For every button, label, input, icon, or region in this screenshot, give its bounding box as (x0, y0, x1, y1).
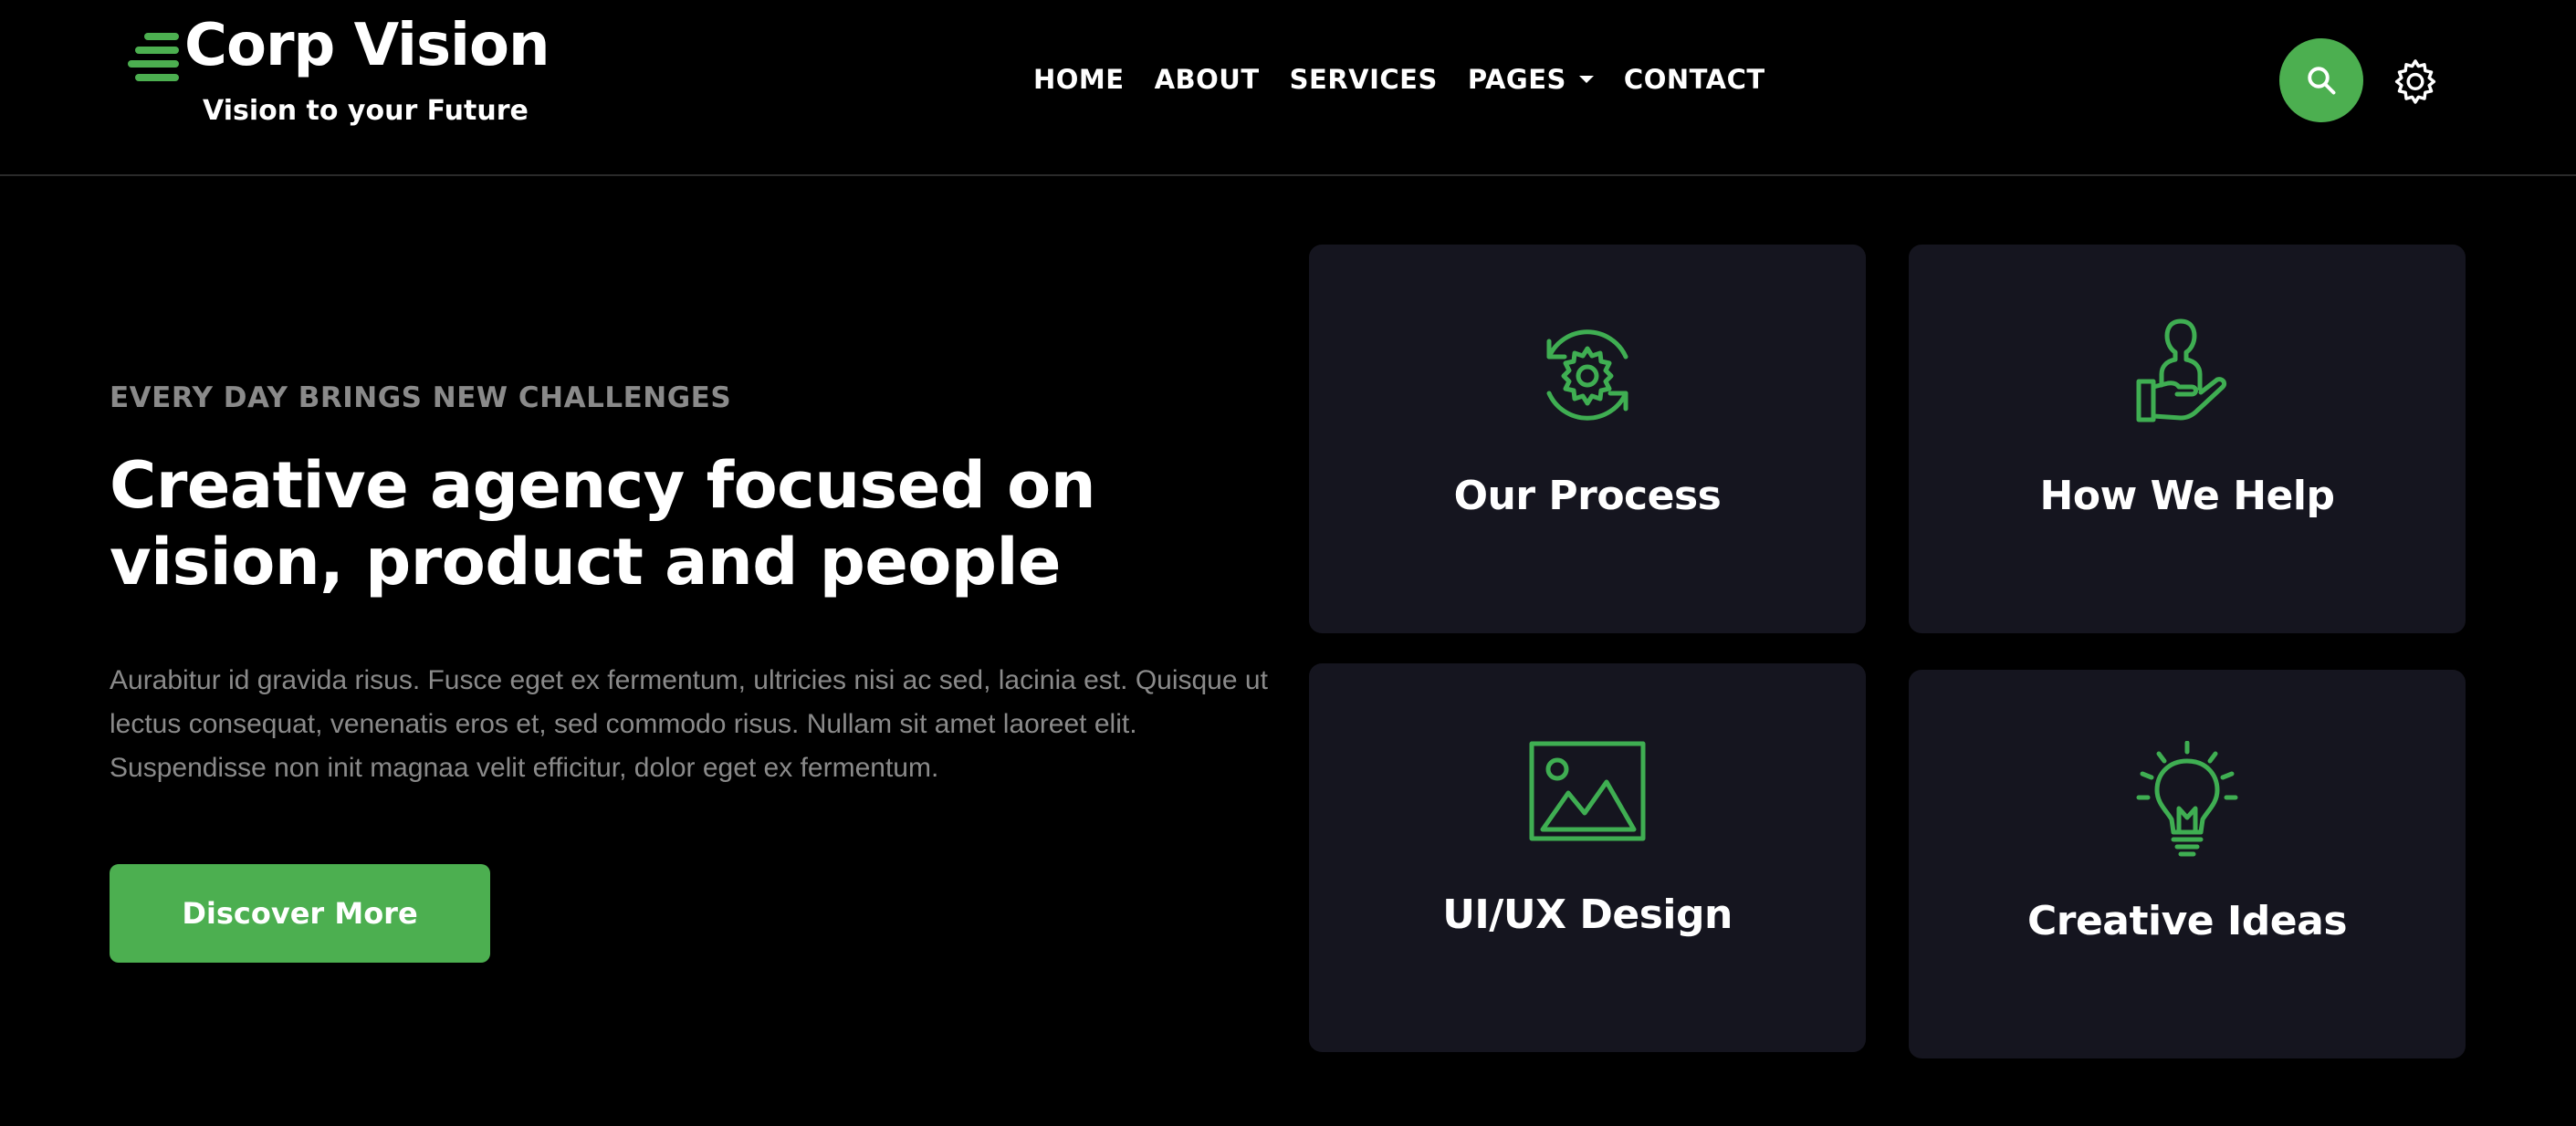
main-nav: HOME ABOUT SERVICES PAGES CONTACT (1033, 58, 1765, 100)
feature-card-how-we-help[interactable]: How We Help (1909, 245, 2466, 633)
search-button[interactable] (2279, 38, 2363, 122)
logo[interactable]: Corp Vision Vision to your Future (128, 9, 550, 128)
chevron-down-icon (1578, 76, 1594, 83)
feature-card-title: Our Process (1453, 473, 1722, 519)
feature-card-ui-ux-design[interactable]: UI/UX Design (1309, 663, 1866, 1052)
site-header: Corp Vision Vision to your Future HOME A… (0, 0, 2576, 176)
page: Corp Vision Vision to your Future HOME A… (0, 0, 2576, 1126)
nav-item-about[interactable]: ABOUT (1155, 64, 1260, 95)
logo-tagline: Vision to your Future (203, 95, 529, 127)
feature-card-title: UI/UX Design (1442, 891, 1733, 938)
search-icon (2308, 67, 2336, 95)
settings-button[interactable] (2392, 57, 2439, 105)
nav-item-pages-label: PAGES (1467, 64, 1566, 95)
hand-person-icon (2136, 318, 2227, 422)
nav-item-pages[interactable]: PAGES (1468, 64, 1594, 95)
hero-description: Aurabitur id gravida risus. Fusce eget e… (110, 665, 1268, 783)
speed-lines-icon (128, 22, 179, 81)
gear-icon (2394, 59, 2436, 104)
feature-card-title: Creative Ideas (2026, 898, 2348, 944)
hero-headline: Creative agency focused on vision, produ… (110, 448, 1096, 599)
feature-card-title: How We Help (2039, 473, 2335, 519)
feature-card-our-process[interactable]: Our Process (1309, 245, 1866, 633)
feature-card-creative-ideas[interactable]: Creative Ideas (1909, 670, 2466, 1058)
discover-more-button[interactable]: Discover More (110, 864, 490, 963)
logo-title: Corp Vision (184, 12, 550, 79)
hero-eyebrow: EVERY DAY BRINGS NEW CHALLENGES (110, 381, 732, 414)
nav-item-contact[interactable]: CONTACT (1624, 64, 1765, 95)
nav-item-services[interactable]: SERVICES (1290, 64, 1438, 95)
image-icon (1529, 741, 1646, 841)
lightbulb-icon (2136, 741, 2238, 857)
nav-item-home[interactable]: HOME (1033, 64, 1125, 95)
gear-refresh-icon (1546, 329, 1628, 421)
